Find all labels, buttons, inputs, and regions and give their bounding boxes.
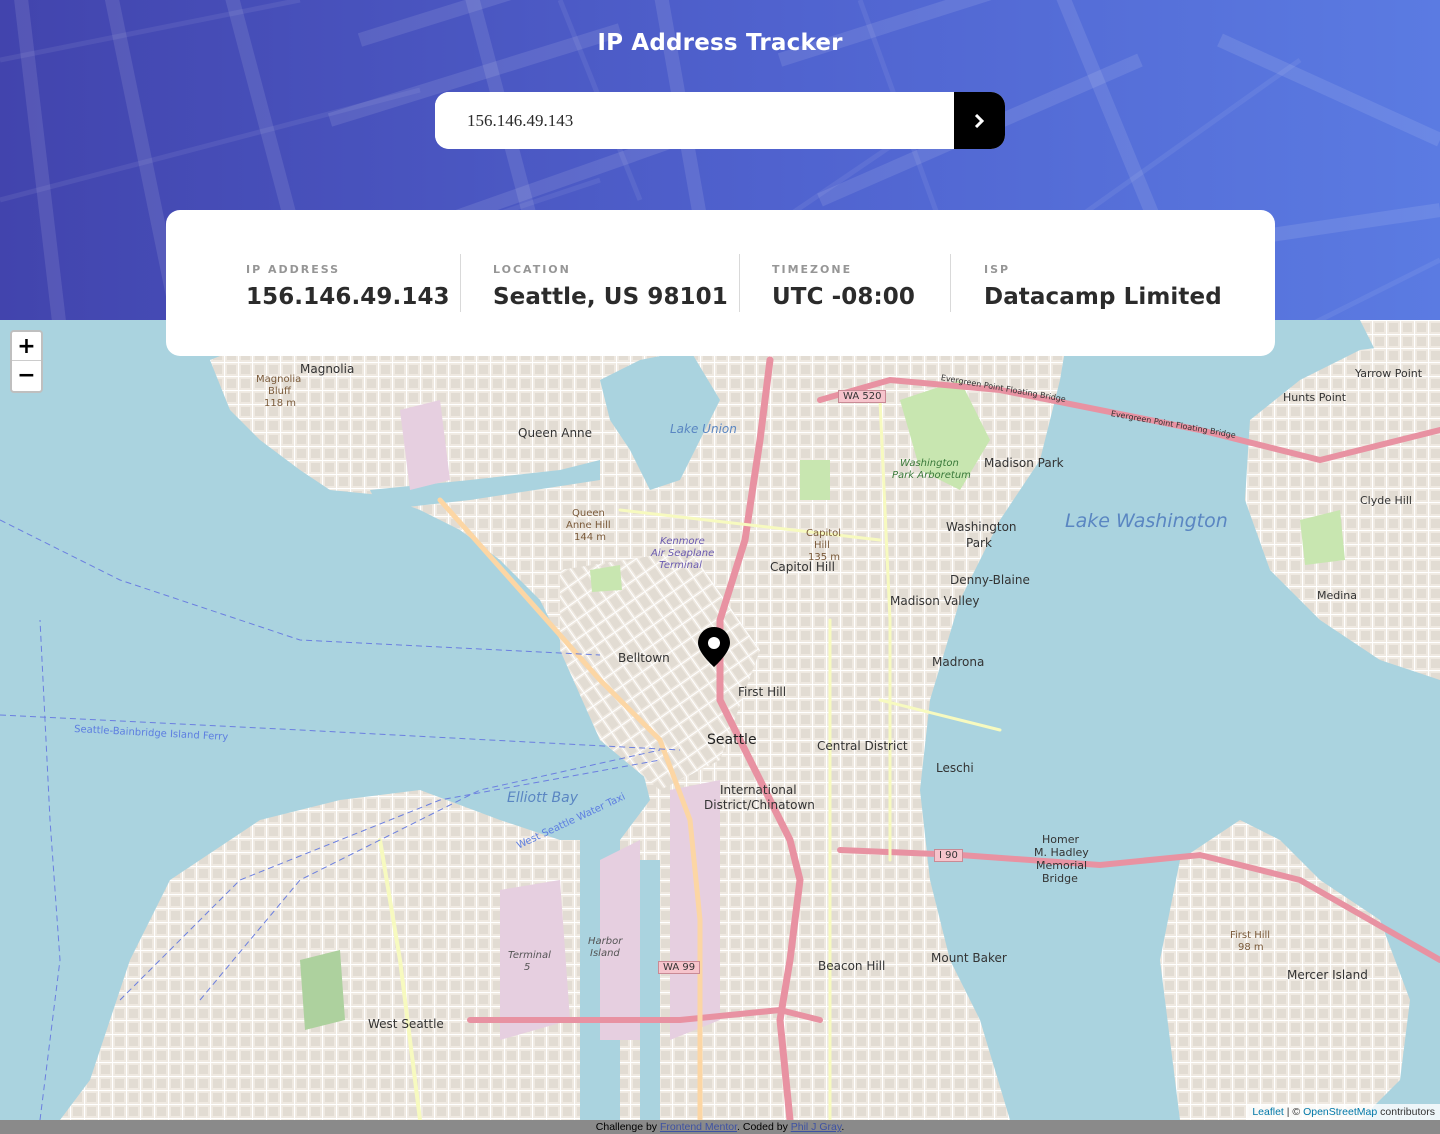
map-label: First Hill xyxy=(1230,930,1271,941)
map-label: Homer xyxy=(1042,833,1080,846)
map-label: Washington xyxy=(900,458,959,469)
map-label: M. Hadley xyxy=(1034,846,1089,859)
map-label: Capitol xyxy=(806,528,842,539)
map-label: Mercer Island xyxy=(1287,968,1368,982)
map-label: West Seattle xyxy=(368,1017,444,1031)
footer-suffix: . xyxy=(841,1121,845,1133)
map-label: International xyxy=(720,783,797,797)
map-label: Hill xyxy=(814,540,830,551)
map-label: Lake Union xyxy=(670,422,737,436)
map-label: Memorial xyxy=(1036,859,1088,872)
info-value: 156.146.49.143 xyxy=(246,284,450,310)
map-label: I 90 xyxy=(934,849,963,862)
attribution-contrib: contributors xyxy=(1377,1106,1435,1118)
info-label: IP ADDRESS xyxy=(246,263,341,276)
map-label: Denny-Blaine xyxy=(950,573,1030,587)
info-value: UTC -08:00 xyxy=(772,284,916,310)
footer-middle: . Coded by xyxy=(737,1121,791,1133)
map-label: Park Arboretum xyxy=(892,470,971,481)
map-label: 135 m xyxy=(808,552,841,563)
author-link[interactable]: Phil J Gray xyxy=(791,1121,842,1133)
ip-search-input[interactable] xyxy=(435,92,954,149)
ip-info-card: IP ADDRESS 156.146.49.143 LOCATION Seatt… xyxy=(166,210,1275,356)
map-label: District/Chinatown xyxy=(704,798,815,812)
map-label: Terminal xyxy=(659,560,702,571)
location-marker[interactable] xyxy=(698,627,730,667)
map[interactable]: Magnolia Magnolia Bluff 118 m Queen Anne… xyxy=(0,320,1440,1120)
map-label: WA 520 xyxy=(838,390,887,403)
info-divider xyxy=(950,254,951,312)
info-divider xyxy=(739,254,740,312)
attribution-sep: | © xyxy=(1283,1106,1304,1118)
map-label: Madison Park xyxy=(984,456,1064,470)
info-label: ISP xyxy=(984,263,1011,276)
zoom-control: + − xyxy=(10,330,43,393)
map-label: Bluff xyxy=(268,386,291,397)
map-label: Hunts Point xyxy=(1283,391,1347,404)
map-label: Clyde Hill xyxy=(1360,494,1412,507)
zoom-in-button[interactable]: + xyxy=(12,332,41,361)
location-pin-icon xyxy=(698,627,730,667)
info-value: Datacamp Limited xyxy=(984,284,1222,310)
zoom-out-button[interactable]: − xyxy=(12,361,41,390)
map-label: Anne Hill xyxy=(566,520,611,531)
map-label: 118 m xyxy=(264,398,297,409)
map-attribution: Leaflet | © OpenStreetMap contributors xyxy=(1247,1104,1440,1120)
map-label: Island xyxy=(590,948,620,959)
info-label: TIMEZONE xyxy=(772,263,853,276)
chevron-right-icon xyxy=(974,113,985,128)
map-label: Air Seaplane xyxy=(651,548,715,559)
map-tiles xyxy=(0,320,1440,1120)
footer-attribution: Challenge by Frontend Mentor. Coded by P… xyxy=(0,1120,1440,1134)
leaflet-link[interactable]: Leaflet xyxy=(1252,1106,1284,1118)
footer-prefix: Challenge by xyxy=(595,1121,660,1133)
map-label: Park xyxy=(966,536,992,550)
map-label: Madrona xyxy=(932,655,985,669)
map-label: 98 m xyxy=(1238,942,1264,953)
info-divider xyxy=(460,254,461,312)
map-label: Leschi xyxy=(936,761,974,775)
map-label: Mount Baker xyxy=(931,951,1007,965)
osm-link[interactable]: OpenStreetMap xyxy=(1303,1106,1377,1118)
map-label: Washington xyxy=(946,520,1017,534)
map-label: Bridge xyxy=(1042,872,1078,885)
map-label: 5 xyxy=(524,962,531,973)
info-value: Seattle, US 98101 xyxy=(493,284,728,310)
map-label: Terminal xyxy=(508,950,551,961)
map-label: WA 99 xyxy=(658,961,701,974)
ip-search-form xyxy=(435,92,1005,149)
map-label: Magnolia xyxy=(300,362,355,376)
map-label: Magnolia xyxy=(256,374,302,385)
map-label: 144 m xyxy=(574,532,607,543)
map-label: Yarrow Point xyxy=(1355,367,1423,380)
map-label: Harbor xyxy=(588,936,623,947)
map-label: Belltown xyxy=(618,651,670,665)
map-label: Elliott Bay xyxy=(507,790,578,806)
frontend-mentor-link[interactable]: Frontend Mentor xyxy=(660,1121,737,1133)
page-title: IP Address Tracker xyxy=(597,30,843,56)
info-label: LOCATION xyxy=(493,263,571,276)
map-label: Madison Valley xyxy=(890,594,980,608)
map-label: Kenmore xyxy=(660,536,705,547)
map-label: First Hill xyxy=(738,685,787,699)
map-label: Beacon Hill xyxy=(818,959,886,973)
search-submit-button[interactable] xyxy=(954,92,1005,149)
map-label: Central District xyxy=(817,739,908,753)
map-label: Queen xyxy=(572,508,605,519)
map-label: Queen Anne xyxy=(518,426,593,440)
map-label: Lake Washington xyxy=(1065,510,1228,532)
map-label: Medina xyxy=(1317,589,1358,602)
map-label: Seattle xyxy=(707,732,757,748)
